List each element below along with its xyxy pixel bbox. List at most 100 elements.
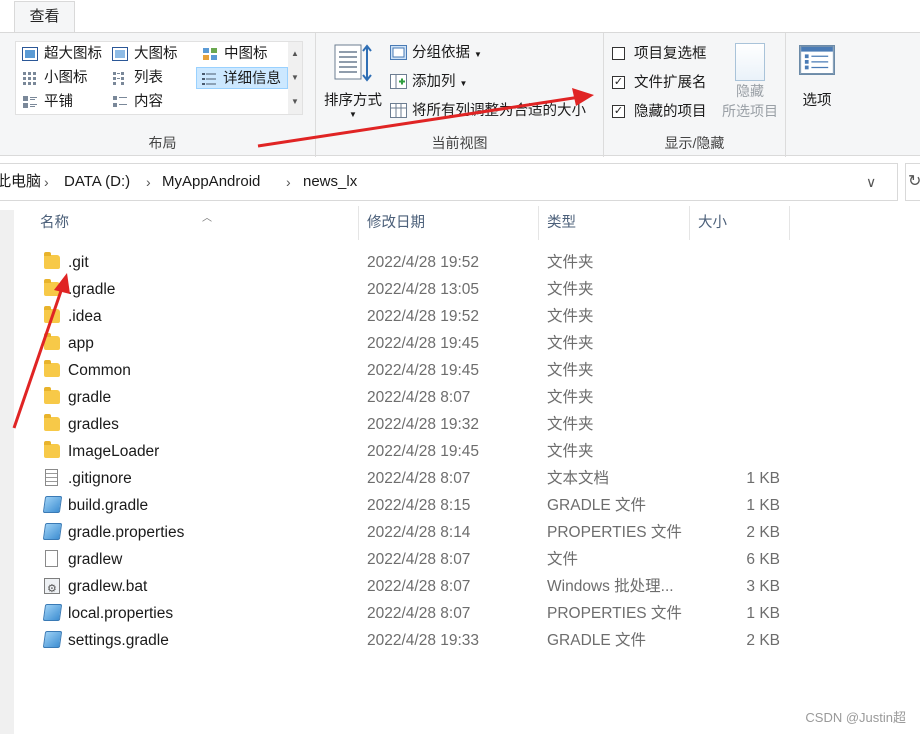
file-modified-date: 2022/4/28 8:07 [367, 470, 471, 487]
file-row[interactable]: gradle.properties 2022/4/28 8:14 PROPERTIE… [20, 519, 800, 546]
file-size: 3 KB [746, 578, 780, 595]
file-size: 2 KB [746, 632, 780, 649]
hidden-items-label: 隐藏的项目 [634, 104, 707, 120]
file-row[interactable]: gradlew 2022/4/28 8:07 文件 6 KB [20, 546, 800, 573]
hide-selected-label-line2: 所选项目 [722, 103, 778, 119]
file-extensions-label: 文件扩展名 [634, 75, 707, 91]
column-header-name[interactable]: 名称 ︿ [32, 206, 359, 240]
refresh-icon[interactable]: ↻ [905, 163, 920, 201]
layout-gallery-scroll[interactable]: ▲ ▼ ▼ [288, 41, 303, 115]
file-row[interactable]: settings.gradle 2022/4/28 19:33 GRADLE 文件 2… [20, 627, 800, 654]
file-extensions-toggle[interactable]: ✓ 文件扩展名 [612, 70, 707, 96]
file-row[interactable]: ImageLoader 2022/4/28 19:45 文件夹 [20, 438, 800, 465]
show-hide-group-label: 显示/隐藏 [664, 135, 725, 151]
file-modified-date: 2022/4/28 8:07 [367, 551, 471, 568]
file-row[interactable]: .gitignore 2022/4/28 8:07 文本文档 1 KB [20, 465, 800, 492]
gallery-expand-icon[interactable]: ▼ [288, 90, 302, 114]
scroll-up-icon[interactable]: ▲ [288, 42, 302, 66]
file-name: app [68, 335, 94, 352]
file-type: 文件夹 [547, 416, 594, 433]
file-row[interactable]: Common 2022/4/28 19:45 文件夹 [20, 357, 800, 384]
column-header-date[interactable]: 修改日期 [359, 206, 539, 240]
file-modified-date: 2022/4/28 19:33 [367, 632, 480, 649]
layout-item-label: 小图标 [44, 70, 88, 86]
options-label: 选项 [802, 93, 832, 109]
folder-icon [44, 333, 60, 350]
file-size: 1 KB [746, 470, 780, 487]
file-name: .idea [68, 308, 102, 325]
gradle-file-icon [42, 631, 63, 648]
item-checkboxes-label: 项目复选框 [634, 46, 707, 62]
file-type: PROPERTIES 文件 [547, 605, 682, 622]
file-name: gradle.properties [68, 524, 185, 541]
hide-selected-items-button[interactable]: 隐藏 所选项目 [716, 39, 784, 129]
layout-content[interactable]: 内容 [108, 91, 163, 113]
file-row[interactable]: app 2022/4/28 19:45 文件夹 [20, 330, 800, 357]
extra-large-icons-icon [22, 47, 38, 61]
file-type: GRADLE 文件 [547, 497, 647, 514]
file-modified-date: 2022/4/28 19:52 [367, 308, 480, 325]
breadcrumb-drive[interactable]: DATA (D:) [64, 164, 130, 200]
column-header-type[interactable]: 类型 [539, 206, 690, 240]
layout-large-icons[interactable]: 大图标 [108, 43, 178, 65]
address-bar[interactable]: 此电脑 › DATA (D:) › MyAppAndroid › news_lx… [0, 163, 898, 201]
address-history-chevron-icon[interactable]: ∨ [866, 164, 876, 200]
item-checkboxes-toggle[interactable]: 项目复选框 [612, 41, 707, 67]
layout-medium-icons[interactable]: 中图标 [198, 43, 268, 65]
file-name: gradle [68, 389, 112, 406]
layout-list[interactable]: 列表 [108, 67, 163, 89]
file-row[interactable]: gradle 2022/4/28 8:07 文件夹 [20, 384, 800, 411]
file-name: .gradle [68, 281, 116, 298]
watermark: CSDN @Justin超 [805, 710, 906, 725]
content-icon [113, 96, 127, 107]
size-all-columns-button[interactable]: 将所有列调整为合适的大小 [388, 99, 586, 123]
layout-item-label: 列表 [134, 70, 163, 86]
hidden-items-checkbox[interactable]: ✓ [612, 105, 625, 118]
group-by-button[interactable]: 分组依据 ▼ [388, 41, 482, 65]
breadcrumb-current-folder[interactable]: news_lx [303, 164, 357, 200]
breadcrumb-this-pc[interactable]: 此电脑 [0, 164, 41, 200]
navigation-pane-scrollbar[interactable] [0, 210, 14, 734]
current-view-group: 排序方式 ▼ 分组依据 ▼ 添加列 ▼ 将所有列调整为合适的大小 当前视图 [316, 33, 604, 157]
file-row[interactable]: local.properties 2022/4/28 8:07 PROPERTIES… [20, 600, 800, 627]
hidden-items-toggle[interactable]: ✓ 隐藏的项目 [612, 99, 707, 125]
breadcrumb-project[interactable]: MyAppAndroid [162, 164, 260, 200]
file-row[interactable]: gradlew.bat 2022/4/28 8:07 Windows 批处理... 3… [20, 573, 800, 602]
folder-icon [44, 387, 60, 404]
column-header-size[interactable]: 大小 [690, 206, 790, 240]
layout-details[interactable]: 详细信息 [196, 67, 288, 89]
options-button[interactable]: 选项 [792, 43, 842, 110]
file-name: ImageLoader [68, 443, 160, 460]
file-row[interactable]: .idea 2022/4/28 19:52 文件夹 [20, 303, 800, 330]
folder-icon [44, 414, 60, 431]
sort-icon [334, 44, 372, 82]
add-columns-button[interactable]: 添加列 ▼ [388, 70, 467, 94]
hide-selected-icon [735, 43, 765, 81]
file-row[interactable]: .git 2022/4/28 19:52 文件夹 [20, 249, 800, 276]
file-modified-date: 2022/4/28 8:14 [367, 524, 471, 541]
file-icon [45, 550, 58, 567]
file-row[interactable]: build.gradle 2022/4/28 8:15 GRADLE 文件 1 KB [20, 492, 800, 519]
file-extensions-checkbox[interactable]: ✓ [612, 76, 625, 89]
file-type: 文件夹 [547, 308, 594, 325]
file-name: .git [68, 254, 89, 271]
tab-view[interactable]: 查看 [14, 1, 75, 33]
folder-icon [44, 441, 60, 458]
layout-extra-large-icons[interactable]: 超大图标 [18, 43, 102, 65]
file-row[interactable]: gradles 2022/4/28 19:32 文件夹 [20, 411, 800, 438]
folder-icon [44, 279, 60, 296]
file-type: PROPERTIES 文件 [547, 524, 682, 541]
layout-tiles[interactable]: 平铺 [18, 91, 73, 113]
chevron-right-icon[interactable]: › [44, 164, 49, 200]
sort-by-button[interactable]: 排序方式 ▼ [322, 41, 384, 133]
show-hide-group: 项目复选框 ✓ 文件扩展名 ✓ 隐藏的项目 隐藏 所选项目 显示/隐藏 [604, 33, 786, 157]
item-checkboxes-checkbox[interactable] [612, 47, 625, 60]
file-type: GRADLE 文件 [547, 632, 647, 649]
file-row[interactable]: .gradle 2022/4/28 13:05 文件夹 [20, 276, 800, 303]
layout-item-label: 超大图标 [44, 46, 102, 62]
chevron-right-icon[interactable]: › [286, 164, 291, 200]
scroll-down-icon[interactable]: ▼ [288, 66, 302, 90]
gradle-file-icon [42, 496, 63, 513]
chevron-right-icon[interactable]: › [146, 164, 151, 200]
layout-small-icons[interactable]: 小图标 [18, 67, 88, 89]
